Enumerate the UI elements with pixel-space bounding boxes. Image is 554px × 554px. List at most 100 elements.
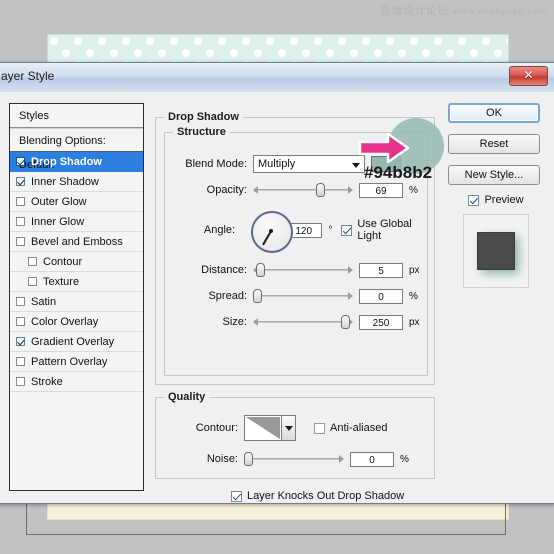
angle-label: Angle:	[173, 224, 235, 236]
reset-button[interactable]: Reset	[448, 134, 540, 154]
checkbox-icon[interactable]	[16, 157, 25, 166]
contour-picker[interactable]	[244, 415, 296, 441]
preview-label: Preview	[484, 194, 523, 206]
distance-unit: px	[409, 265, 420, 276]
contour-preview[interactable]	[244, 415, 282, 441]
styles-list-item-satin[interactable]: Satin	[10, 292, 143, 312]
spread-input[interactable]: 0	[359, 289, 403, 304]
opacity-input[interactable]: 69	[359, 183, 403, 198]
noise-input[interactable]: 0	[350, 452, 394, 467]
dialog-titlebar[interactable]: ayer Style ✕	[0, 63, 554, 93]
size-slider-thumb[interactable]	[341, 315, 350, 329]
preview-checkbox[interactable]: Preview	[448, 194, 544, 206]
opacity-unit: %	[409, 185, 418, 196]
noise-slider-thumb[interactable]	[244, 452, 253, 466]
dialog-body: Styles Blending Options: Default Drop Sh…	[0, 92, 554, 502]
contour-row: Contour: Anti-aliased	[164, 414, 424, 442]
checkbox-icon[interactable]	[314, 423, 325, 434]
checkbox-icon[interactable]	[16, 317, 25, 326]
opacity-slider-thumb[interactable]	[316, 183, 325, 197]
size-slider[interactable]	[257, 315, 349, 329]
styles-list-item-label: Inner Shadow	[31, 172, 99, 192]
checkbox-icon[interactable]	[16, 237, 25, 246]
styles-list-item-color-overlay[interactable]: Color Overlay	[10, 312, 143, 332]
size-slider-track	[257, 321, 349, 323]
styles-list-item-gradient-overlay[interactable]: Gradient Overlay	[10, 332, 143, 352]
close-icon[interactable]: ✕	[509, 66, 548, 86]
new-style-button[interactable]: New Style...	[448, 165, 540, 185]
noise-slider[interactable]	[248, 452, 340, 466]
checkbox-icon[interactable]	[16, 217, 25, 226]
structure-group-title: Structure	[173, 126, 230, 138]
styles-list-item-label: Contour	[43, 252, 82, 272]
annotation-arrow-icon	[356, 130, 410, 166]
distance-slider-thumb[interactable]	[256, 263, 265, 277]
styles-list-item-label: Stroke	[31, 372, 63, 392]
opacity-slider-track	[257, 189, 349, 191]
preview-square	[477, 232, 515, 270]
checkbox-icon[interactable]	[16, 297, 25, 306]
styles-list-item-label: Satin	[31, 292, 56, 312]
angle-row: Angle: 120 ° Use Global Light	[173, 207, 423, 253]
style-preview-thumbnail	[463, 214, 529, 288]
checkbox-icon[interactable]	[16, 177, 25, 186]
checkbox-icon[interactable]	[16, 377, 25, 386]
angle-dial[interactable]	[251, 211, 293, 253]
styles-list-item-label: Bevel and Emboss	[31, 232, 123, 252]
styles-list-item-label: Texture	[43, 272, 79, 292]
checkbox-icon[interactable]	[28, 277, 37, 286]
checkbox-icon[interactable]	[341, 225, 352, 236]
watermark-cn: 思缘设计论坛	[380, 5, 449, 17]
checkbox-icon[interactable]	[16, 337, 25, 346]
opacity-row: Opacity: 69 %	[173, 181, 423, 199]
noise-unit: %	[400, 454, 409, 465]
spread-label: Spread:	[173, 290, 247, 302]
use-global-light-checkbox[interactable]: Use Global Light	[341, 218, 423, 242]
distance-label: Distance:	[173, 264, 247, 276]
layer-knocks-out-checkbox[interactable]: Layer Knocks Out Drop Shadow	[231, 490, 404, 502]
distance-slider-track	[257, 269, 349, 271]
watermark-url: www.missyuan.com	[453, 6, 548, 16]
spread-row: Spread: 0 %	[173, 287, 423, 305]
annotation-hex-label: #94b8b2	[364, 163, 432, 183]
drop-shadow-group-title: Drop Shadow	[164, 111, 243, 123]
checkbox-icon[interactable]	[16, 197, 25, 206]
angle-dial-hub	[269, 229, 273, 233]
layer-knocks-out-label: Layer Knocks Out Drop Shadow	[247, 490, 404, 502]
styles-list-item-contour[interactable]: Contour	[10, 252, 143, 272]
contour-dropdown-arrow-icon[interactable]	[282, 415, 296, 441]
contour-curve-graphic	[246, 417, 280, 439]
spread-slider[interactable]	[257, 289, 349, 303]
checkbox-icon[interactable]	[231, 491, 242, 502]
checkbox-icon[interactable]	[468, 195, 479, 206]
opacity-slider[interactable]	[257, 183, 349, 197]
styles-list-item-texture[interactable]: Texture	[10, 272, 143, 292]
spread-slider-thumb[interactable]	[253, 289, 262, 303]
styles-list-item-pattern-overlay[interactable]: Pattern Overlay	[10, 352, 143, 372]
blend-mode-select[interactable]: Multiply	[253, 155, 365, 173]
angle-unit: °	[328, 225, 332, 236]
styles-list-header[interactable]: Styles	[10, 104, 143, 128]
opacity-label: Opacity:	[173, 184, 247, 196]
dialog-title: ayer Style	[1, 69, 54, 83]
blending-options-item[interactable]: Blending Options: Default	[10, 128, 143, 152]
ok-button[interactable]: OK	[448, 103, 540, 123]
distance-slider[interactable]	[257, 263, 349, 277]
anti-aliased-checkbox[interactable]: Anti-aliased	[314, 422, 387, 434]
styles-list-item-stroke[interactable]: Stroke	[10, 372, 143, 392]
size-input[interactable]: 250	[359, 315, 403, 330]
styles-list-item-inner-glow[interactable]: Inner Glow	[10, 212, 143, 232]
size-row: Size: 250 px	[173, 313, 423, 331]
checkbox-icon[interactable]	[28, 257, 37, 266]
blend-mode-value: Multiply	[258, 158, 295, 170]
distance-input[interactable]: 5	[359, 263, 403, 278]
use-global-light-label: Use Global Light	[357, 218, 423, 242]
noise-label: Noise:	[164, 453, 238, 465]
styles-list-item-label: Outer Glow	[31, 192, 87, 212]
checkbox-icon[interactable]	[16, 357, 25, 366]
styles-list-item-bevel-and-emboss[interactable]: Bevel and Emboss	[10, 232, 143, 252]
styles-list-item-outer-glow[interactable]: Outer Glow	[10, 192, 143, 212]
styles-effect-list: Drop ShadowInner ShadowOuter GlowInner G…	[10, 152, 143, 512]
styles-list-item-label: Inner Glow	[31, 212, 84, 232]
blend-mode-label: Blend Mode:	[173, 158, 247, 170]
